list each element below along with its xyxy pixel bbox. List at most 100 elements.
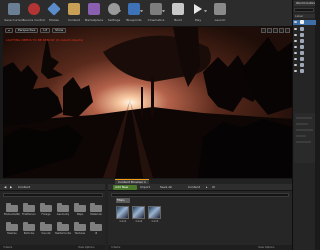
- build-button[interactable]: Build: [168, 2, 188, 26]
- scale-icon[interactable]: [273, 28, 278, 33]
- visibility-eye-icon[interactable]: [294, 58, 297, 60]
- folder-icon[interactable]: [90, 203, 102, 212]
- translate-icon[interactable]: [261, 28, 266, 33]
- save-all-button[interactable]: Save All: [160, 185, 172, 190]
- camera-speed-icon[interactable]: [285, 28, 290, 33]
- rotate-icon[interactable]: [267, 28, 272, 33]
- asset-label: Icon3: [151, 220, 159, 223]
- settings-button[interactable]: Settings: [104, 2, 124, 26]
- save-icon: [8, 3, 20, 15]
- cinematics-dropdown-arrow-icon[interactable]: [162, 10, 165, 13]
- visibility-eye-icon[interactable]: [294, 70, 297, 72]
- outliner-row[interactable]: [293, 20, 316, 25]
- lighting-warning-text: LIGHTING NEEDS TO BE REBUILT (8 unbuilt …: [6, 38, 84, 42]
- actor-icon: [300, 57, 304, 61]
- world-outliner-panel: World Outliner Label: [292, 0, 316, 250]
- source-control-icon: [28, 3, 40, 15]
- actor-icon: [300, 33, 304, 37]
- viewport-toolbar: Perspective Lit Show: [3, 27, 292, 34]
- details-row: [296, 123, 308, 125]
- outliner-search-input[interactable]: [294, 8, 314, 12]
- folder-icon[interactable]: [6, 222, 18, 231]
- world-outliner-tab[interactable]: World Outliner: [294, 1, 315, 6]
- folder-label: Particles: [23, 232, 35, 235]
- outliner-row[interactable]: [293, 39, 316, 44]
- outliner-row[interactable]: [293, 51, 316, 56]
- cinematics-button[interactable]: Cinematics: [146, 2, 166, 26]
- visibility-eye-icon[interactable]: [294, 64, 297, 66]
- folder-icon[interactable]: [74, 203, 86, 212]
- blueprints-dropdown-arrow-icon[interactable]: [140, 10, 143, 13]
- folder-icon[interactable]: [6, 203, 18, 212]
- folder-label: Meshes: [7, 232, 17, 235]
- folder-icon[interactable]: [23, 222, 35, 231]
- folder-label: StarterContent: [55, 232, 71, 235]
- show-button[interactable]: Show: [52, 28, 67, 33]
- folder-icon[interactable]: [90, 222, 102, 231]
- visibility-eye-icon[interactable]: [294, 21, 297, 23]
- actor-icon: [300, 69, 304, 73]
- source-control-button[interactable]: Source Control: [23, 2, 45, 26]
- play-button[interactable]: Play: [188, 2, 208, 26]
- assets-footer: 3 items View Options: [108, 245, 292, 250]
- folder-label: ElementalSky: [4, 213, 20, 216]
- perspective-button[interactable]: Perspective: [15, 28, 39, 33]
- modes-button[interactable]: Modes: [44, 2, 64, 26]
- filters-button[interactable]: Filters: [116, 198, 130, 203]
- folder-label: FirstPerson: [22, 213, 36, 216]
- folder-icon[interactable]: [40, 222, 52, 231]
- path-child[interactable]: UI: [212, 185, 215, 190]
- asset-view-options-button[interactable]: View Options: [258, 245, 274, 250]
- asset-label: Icon2: [135, 220, 143, 223]
- path-separator-icon: ▸: [206, 185, 208, 189]
- launch-button[interactable]: Launch: [210, 2, 230, 26]
- dropdown-arrow-icon: [8, 30, 10, 31]
- view-options-button[interactable]: View Options: [78, 245, 94, 250]
- folder-icon[interactable]: [57, 203, 69, 212]
- asset-label: Icon1: [119, 220, 127, 223]
- grid-snap-icon[interactable]: [279, 28, 284, 33]
- visibility-eye-icon[interactable]: [294, 52, 297, 54]
- outliner-column-header: Label: [294, 14, 315, 18]
- visibility-eye-icon[interactable]: [294, 34, 297, 36]
- outliner-row[interactable]: [293, 45, 316, 50]
- forward-arrow-icon[interactable]: ▶: [10, 185, 12, 190]
- play-dropdown-arrow-icon[interactable]: [204, 10, 207, 13]
- visibility-eye-icon[interactable]: [294, 40, 297, 42]
- blueprints-button[interactable]: Blueprints: [124, 2, 144, 26]
- visibility-eye-icon[interactable]: [294, 28, 297, 30]
- viewport-transform-tools: [261, 28, 290, 33]
- path-root[interactable]: Content: [188, 185, 200, 190]
- folder-search-input[interactable]: [3, 193, 103, 197]
- content-browser-sources: ◀ ▶ Content ElementalSky FirstPerson Fol…: [0, 184, 105, 250]
- outliner-row[interactable]: [293, 33, 316, 38]
- content-button[interactable]: Content: [64, 2, 84, 26]
- visibility-eye-icon[interactable]: [294, 46, 297, 48]
- actor-icon: [300, 63, 304, 67]
- asset-thumbnail[interactable]: [116, 206, 129, 219]
- folder-icon[interactable]: [57, 222, 69, 231]
- lit-button[interactable]: Lit: [40, 28, 51, 33]
- save-button[interactable]: Save Current: [4, 2, 24, 26]
- asset-thumbnail[interactable]: [132, 206, 145, 219]
- level-viewport[interactable]: Perspective Lit Show LIGHTING NEEDS TO B…: [3, 27, 292, 178]
- back-arrow-icon[interactable]: ◀: [4, 185, 6, 190]
- outliner-row[interactable]: [293, 27, 316, 32]
- sources-header: ◀ ▶ Content: [0, 184, 105, 191]
- asset-thumbnail[interactable]: [148, 206, 161, 219]
- asset-search-input[interactable]: [111, 193, 289, 197]
- outliner-row[interactable]: [293, 57, 316, 62]
- settings-dropdown-arrow-icon[interactable]: [118, 10, 121, 13]
- folder-icon[interactable]: [40, 203, 52, 212]
- folder-icon[interactable]: [23, 203, 35, 212]
- marketplace-button[interactable]: Marketplace: [84, 2, 104, 26]
- outliner-row[interactable]: [293, 69, 316, 74]
- details-panel: [294, 113, 315, 163]
- viewport-options-button[interactable]: [5, 28, 13, 33]
- import-button[interactable]: Import: [140, 185, 150, 190]
- folder-label: Sounds: [41, 232, 51, 235]
- folder-icon[interactable]: [74, 222, 86, 231]
- add-new-button[interactable]: Add New: [113, 185, 137, 190]
- content-browser-toolbar: Add New Import Save All Content ▸ UI: [108, 184, 292, 191]
- outliner-row[interactable]: [293, 63, 316, 68]
